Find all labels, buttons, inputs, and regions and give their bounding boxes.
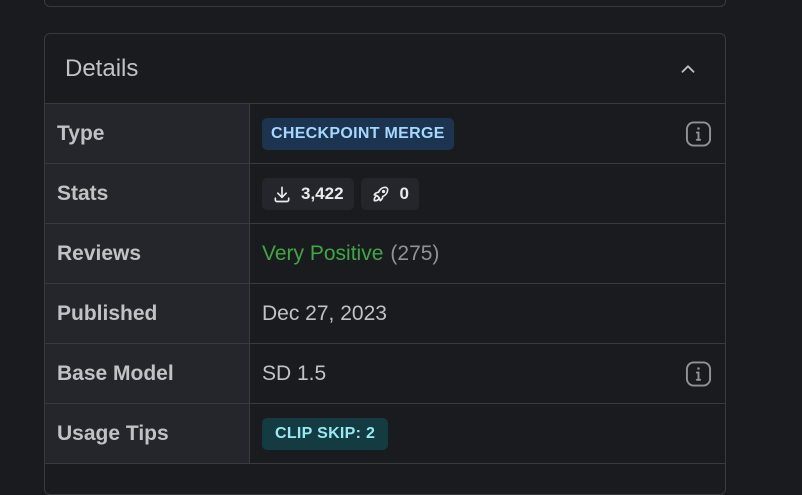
row-usage-tips: Usage Tips CLIP SKIP: 2	[45, 404, 725, 464]
details-card: Details Type CHECKPOINT MERGE Stats 3,42…	[44, 33, 726, 495]
review-rating[interactable]: Very Positive	[262, 242, 383, 266]
review-count: (275)	[390, 241, 440, 265]
details-title: Details	[65, 54, 139, 82]
row-published: Published Dec 27, 2023	[45, 284, 725, 344]
row-value-usage-tips: CLIP SKIP: 2	[250, 404, 725, 463]
row-label-type: Type	[45, 104, 250, 163]
generations-stat: 0	[360, 177, 420, 210]
row-label-usage-tips: Usage Tips	[45, 404, 250, 463]
chevron-up-icon[interactable]	[677, 58, 699, 80]
row-value-stats: 3,422 0	[250, 164, 725, 223]
previous-card	[44, 0, 726, 7]
row-label-stats: Stats	[45, 164, 250, 223]
type-info-icon[interactable]	[685, 120, 712, 147]
row-label-base-model: Base Model	[45, 344, 250, 403]
clip-skip-badge: CLIP SKIP: 2	[262, 417, 389, 450]
row-value-type: CHECKPOINT MERGE	[250, 104, 725, 163]
downloads-stat: 3,422	[262, 177, 354, 210]
row-value-reviews: Very Positive (275)	[250, 224, 725, 283]
generations-count: 0	[399, 183, 410, 203]
rocket-icon	[373, 186, 389, 202]
row-reviews: Reviews Very Positive (275)	[45, 224, 725, 284]
row-stats: Stats 3,422 0	[45, 164, 725, 224]
downloads-count: 3,422	[301, 183, 344, 203]
details-header[interactable]: Details	[45, 34, 725, 104]
row-label-published: Published	[45, 284, 250, 343]
download-icon	[274, 186, 290, 202]
published-date: Dec 27, 2023	[262, 301, 387, 325]
row-value-published: Dec 27, 2023	[250, 284, 725, 343]
row-label-reviews: Reviews	[45, 224, 250, 283]
row-type: Type CHECKPOINT MERGE	[45, 104, 725, 164]
type-badge: CHECKPOINT MERGE	[262, 117, 454, 150]
row-value-base-model: SD 1.5	[250, 344, 725, 403]
row-base-model: Base Model SD 1.5	[45, 344, 725, 404]
base-model-value: SD 1.5	[262, 361, 327, 385]
base-model-info-icon[interactable]	[685, 360, 712, 387]
